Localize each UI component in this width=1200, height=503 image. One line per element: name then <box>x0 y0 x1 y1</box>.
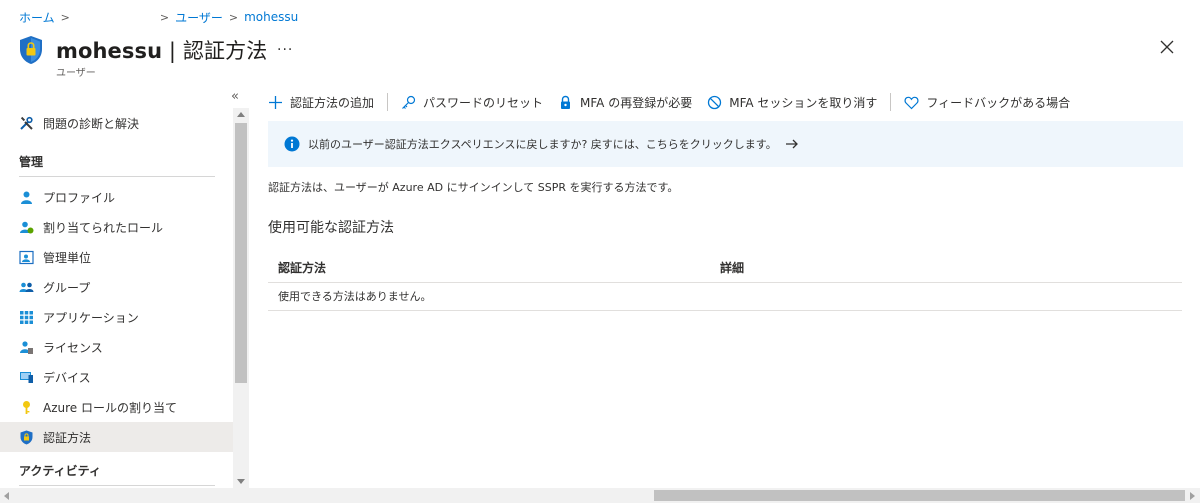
devices-icon <box>19 370 34 385</box>
page-subtitle: ユーザー <box>56 68 96 79</box>
revoke-mfa-sessions-label: MFA セッションを取り消す <box>729 95 878 110</box>
sidebar-item-devices[interactable]: デバイス <box>0 362 233 392</box>
feedback-button[interactable]: フィードバックがある場合 <box>904 94 1070 111</box>
sidebar-item-label: 割り当てられたロール <box>43 220 164 235</box>
divider <box>268 310 1182 311</box>
toolbar-divider <box>890 93 892 111</box>
breadcrumb-home[interactable]: ホーム <box>19 9 55 26</box>
sidebar-section-activity: アクティビティ <box>19 464 101 478</box>
sidebar-item-assigned-roles[interactable]: 割り当てられたロール <box>0 212 233 242</box>
sidebar-item-label: デバイス <box>43 370 91 385</box>
breadcrumb-separator: > <box>228 10 239 24</box>
column-header-method[interactable]: 認証方法 <box>278 252 326 282</box>
banner-text: 以前のユーザー認証方法エクスペリエンスに戻しますか? 戻すには、こちらをクリック… <box>308 138 777 151</box>
sidebar-item-profile[interactable]: プロファイル <box>0 182 233 212</box>
profile-icon <box>19 190 34 205</box>
divider <box>19 485 215 486</box>
sidebar-item-admin-units[interactable]: 管理単位 <box>0 242 233 272</box>
sidebar-item-applications[interactable]: アプリケーション <box>0 302 233 332</box>
sidebar-item-groups[interactable]: グループ <box>0 272 233 302</box>
breadcrumb-user[interactable]: mohessu <box>244 10 298 24</box>
scrollbar-thumb[interactable] <box>654 490 1185 501</box>
sidebar-item-label: Azure ロールの割り当て <box>43 400 177 415</box>
breadcrumb-users[interactable]: ユーザー <box>175 9 223 26</box>
sidebar-item-label: 認証方法 <box>43 430 92 445</box>
page-title: mohessu | 認証方法 <box>56 39 268 63</box>
page-horizontal-scrollbar[interactable] <box>0 488 1200 503</box>
admin-units-icon <box>19 250 34 265</box>
sidebar-item-label: 問題の診断と解決 <box>43 116 140 131</box>
plus-icon <box>268 95 283 110</box>
divider <box>268 282 1182 283</box>
empty-table-message: 使用できる方法はありません。 <box>278 290 432 303</box>
require-mfa-reregister-label: MFA の再登録が必要 <box>580 95 693 110</box>
add-auth-method-label: 認証方法の追加 <box>290 95 375 110</box>
sidebar-item-licenses[interactable]: ライセンス <box>0 332 233 362</box>
sidebar-item-label: グループ <box>43 280 91 295</box>
applications-icon <box>19 310 34 325</box>
scroll-right-arrow-icon[interactable] <box>1190 492 1195 500</box>
collapse-sidebar-button[interactable]: « <box>231 89 239 104</box>
column-header-details[interactable]: 詳細 <box>720 252 744 282</box>
sidebar-item-label: アプリケーション <box>43 310 139 325</box>
sidebar: « 問題の診断と解決 管理 プロファイル 割り当てられたロール 管理単位 グルー… <box>0 88 249 488</box>
divider <box>19 176 215 177</box>
revoke-mfa-sessions-button[interactable]: MFA セッションを取り消す <box>707 94 877 111</box>
key-icon <box>401 95 416 110</box>
sidebar-item-azure-role-assignments[interactable]: Azure ロールの割り当て <box>0 392 233 422</box>
sidebar-item-label: 管理単位 <box>43 250 92 265</box>
shield-lock-icon <box>20 36 42 64</box>
page-description: 認証方法は、ユーザーが Azure AD にサインインして SSPR を実行する… <box>268 181 679 194</box>
breadcrumb-separator: > <box>159 10 170 24</box>
reset-password-button[interactable]: パスワードのリセット <box>401 94 543 111</box>
licenses-icon <box>19 340 34 355</box>
prohibited-icon <box>707 95 722 110</box>
groups-icon <box>19 280 34 295</box>
reset-password-label: パスワードのリセット <box>423 95 544 110</box>
breadcrumb-separator: > <box>60 10 70 24</box>
page-header: mohessu | 認証方法 <box>18 35 267 65</box>
sidebar-section-manage: 管理 <box>19 155 44 169</box>
info-icon <box>284 136 300 152</box>
auth-methods-shield-icon <box>19 430 34 445</box>
sidebar-item-label: プロファイル <box>43 190 116 205</box>
scroll-left-arrow-icon[interactable] <box>4 492 9 500</box>
revert-experience-banner[interactable]: 以前のユーザー認証方法エクスペリエンスに戻しますか? 戻すには、こちらをクリック… <box>268 121 1183 167</box>
section-title: 使用可能な認証方法 <box>268 220 394 236</box>
heart-icon <box>904 95 919 110</box>
require-mfa-reregister-button[interactable]: MFA の再登録が必要 <box>558 94 692 111</box>
lock-icon <box>558 95 573 110</box>
sidebar-scrollbar[interactable] <box>233 108 249 488</box>
sidebar-item-diagnose[interactable]: 問題の診断と解決 <box>0 108 233 138</box>
close-icon[interactable] <box>1158 38 1176 56</box>
more-options-button[interactable]: ... <box>277 38 293 54</box>
sidebar-item-authentication-methods[interactable]: 認証方法 <box>0 422 233 452</box>
assigned-roles-icon <box>19 220 34 235</box>
arrow-right-icon <box>785 139 798 149</box>
sidebar-item-label: ライセンス <box>43 340 103 355</box>
command-bar: 認証方法の追加 パスワードのリセット MFA の再登録が必要 MFA セッション… <box>268 92 1070 112</box>
add-auth-method-button[interactable]: 認証方法の追加 <box>268 94 374 111</box>
scroll-down-arrow-icon[interactable] <box>237 479 245 484</box>
breadcrumb: ホーム > > ユーザー > mohessu <box>19 9 298 25</box>
scrollbar-thumb[interactable] <box>235 123 247 383</box>
feedback-label: フィードバックがある場合 <box>926 95 1071 110</box>
toolbar-divider <box>387 93 389 111</box>
scroll-up-arrow-icon[interactable] <box>237 112 245 117</box>
wrench-screwdriver-icon <box>19 116 34 131</box>
azure-role-key-icon <box>19 400 34 415</box>
